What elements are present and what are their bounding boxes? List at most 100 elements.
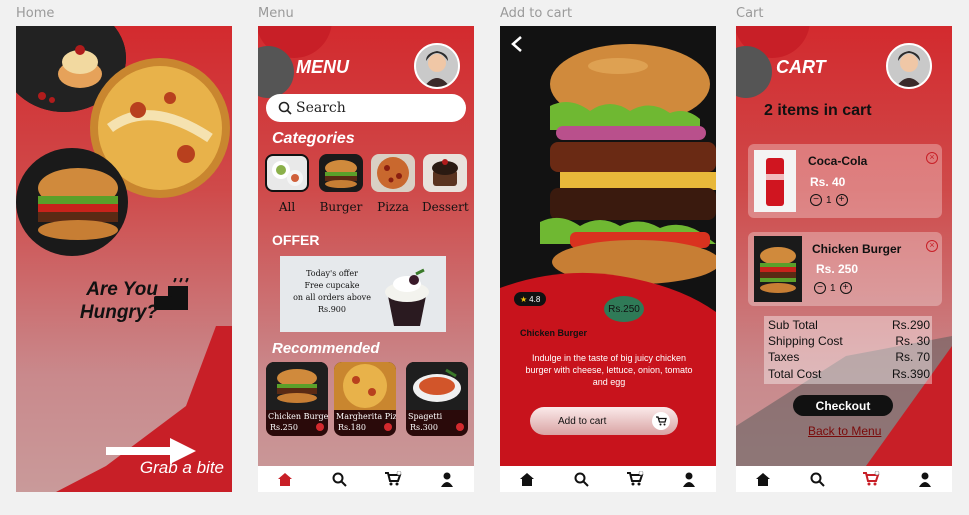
home-screen: Are You Hungry? Grab a bite — [16, 26, 232, 492]
quantity-stepper: − 1 + — [810, 194, 848, 206]
profile-icon[interactable] — [438, 470, 456, 488]
summary-label: Taxes — [768, 350, 800, 364]
cart-item: Coca-Cola Rs. 40 × − 1 + — [748, 144, 942, 218]
checkout-button[interactable]: Checkout — [793, 395, 893, 416]
add-icon[interactable] — [316, 423, 324, 431]
add-to-cart-label: Add to cart — [558, 415, 607, 427]
offer-line: Free cupcake — [304, 281, 360, 290]
chicken-burger-image — [266, 362, 328, 410]
offer-line: on all orders above — [293, 293, 371, 302]
cart-title: CART — [776, 57, 826, 77]
bottom-nav — [736, 466, 952, 492]
recommended-name: Chicken Burger — [268, 412, 328, 421]
recommended-price: Rs.180 — [338, 423, 366, 432]
summary-value: Rs. 30 — [895, 334, 930, 348]
offer-title: OFFER — [272, 232, 320, 248]
rating-value: 4.8 — [529, 294, 541, 304]
search-icon[interactable] — [808, 470, 826, 488]
profile-icon[interactable] — [916, 470, 934, 488]
burger-image — [16, 148, 128, 256]
frame-label-add-to-cart: Add to cart — [500, 6, 573, 21]
category-label: Burger — [319, 200, 363, 214]
home-icon[interactable] — [276, 470, 294, 488]
spagetti-image — [406, 362, 468, 410]
search-input[interactable]: Search — [266, 94, 466, 122]
category-label: Pizza — [377, 200, 409, 214]
frame-label-home: Home — [16, 6, 55, 21]
summary-value: Rs. 70 — [895, 350, 930, 364]
summary-label: Shipping Cost — [768, 334, 843, 348]
recommended-price: Rs.250 — [270, 423, 298, 432]
summary-row: Shipping Cost Rs. 30 — [768, 334, 930, 348]
cart-item-name: Chicken Burger — [812, 242, 902, 256]
recommended-title: Recommended — [272, 340, 380, 357]
recommended-price: Rs.300 — [410, 423, 438, 432]
recommended-item-margherita-pizza[interactable]: Margherita Pizza Rs.180 — [334, 362, 396, 436]
search-placeholder: Search — [296, 100, 346, 116]
summary-label: Total Cost — [768, 367, 822, 381]
menu-title: MENU — [296, 57, 349, 77]
category-all[interactable]: All — [264, 154, 310, 214]
cart-screen: CART 2 items in cart Coca-Cola Rs. 40 × … — [736, 26, 952, 492]
grab-a-bite-button[interactable]: Grab a bite — [140, 458, 224, 478]
cart-icon[interactable] — [626, 470, 644, 488]
plus-icon[interactable]: + — [835, 194, 848, 206]
back-arrow-icon[interactable] — [510, 36, 524, 52]
avatar[interactable] — [886, 43, 932, 89]
quantity-value: 1 — [830, 282, 836, 294]
add-icon[interactable] — [456, 423, 464, 431]
category-dessert-image — [423, 154, 467, 192]
frame-label-cart: Cart — [736, 6, 764, 21]
quantity-stepper: − 1 + — [814, 282, 852, 294]
categories-title: Categories — [272, 130, 355, 147]
home-icon[interactable] — [754, 470, 772, 488]
cart-item-name: Coca-Cola — [808, 154, 868, 168]
cupcake-image — [385, 268, 429, 326]
cart-icon[interactable] — [384, 470, 402, 488]
category-all-image — [265, 154, 309, 192]
price-badge: Rs.250 — [604, 296, 644, 322]
category-label: Dessert — [422, 200, 469, 214]
quantity-value: 1 — [826, 194, 832, 206]
offer-line: Today's offer — [306, 269, 358, 278]
recommended-item-spagetti[interactable]: Spagetti Rs.300 — [406, 362, 468, 436]
bottom-nav — [500, 466, 716, 492]
category-burger-image — [319, 154, 363, 192]
home-headline-line1: Are You — [86, 279, 158, 300]
category-pizza-image — [371, 154, 415, 192]
minus-icon[interactable]: − — [810, 194, 822, 206]
summary-row: Taxes Rs. 70 — [768, 350, 930, 364]
offer-text: Today's offer Free cupcake on all orders… — [286, 268, 378, 316]
category-label: All — [278, 200, 296, 214]
search-icon[interactable] — [330, 470, 348, 488]
add-icon[interactable] — [384, 423, 392, 431]
remove-icon[interactable]: × — [926, 240, 938, 252]
plus-icon[interactable]: + — [839, 282, 852, 294]
star-icon: ★ — [520, 294, 528, 304]
search-icon[interactable] — [572, 470, 590, 488]
menu-screen: MENU Search Categories All Burger Pizza … — [258, 26, 474, 492]
summary-value: Rs.290 — [891, 318, 930, 332]
minus-icon[interactable]: − — [814, 282, 826, 294]
back-to-menu-link[interactable]: Back to Menu — [808, 424, 881, 438]
order-summary: Sub Total Rs.290 Shipping Cost Rs. 30 Taxe… — [764, 316, 932, 384]
recommended-name: Spagetti — [408, 412, 443, 421]
category-burger[interactable]: Burger — [318, 154, 364, 214]
category-dessert[interactable]: Dessert — [422, 154, 469, 214]
summary-label: Sub Total — [768, 318, 818, 332]
add-to-cart-button[interactable]: Add to cart — [530, 407, 678, 435]
profile-icon[interactable] — [680, 470, 698, 488]
recommended-item-chicken-burger[interactable]: Chicken Burger Rs.250 — [266, 362, 328, 436]
offer-banner[interactable]: Today's offer Free cupcake on all orders… — [280, 256, 446, 332]
category-pizza[interactable]: Pizza — [370, 154, 416, 214]
cart-icon[interactable] — [862, 470, 880, 488]
summary-value: Rs.390 — [891, 367, 930, 381]
search-icon — [278, 101, 292, 115]
product-detail-screen: ★ 4.8 Rs.250 Chicken Burger Indulge in t… — [500, 26, 716, 492]
avatar[interactable] — [414, 43, 460, 89]
home-icon[interactable] — [518, 470, 536, 488]
chicken-burger-image — [754, 236, 802, 302]
remove-icon[interactable]: × — [926, 152, 938, 164]
offer-line: Rs.900 — [318, 305, 346, 314]
cart-item: Chicken Burger Rs. 250 × − 1 + — [748, 232, 942, 306]
